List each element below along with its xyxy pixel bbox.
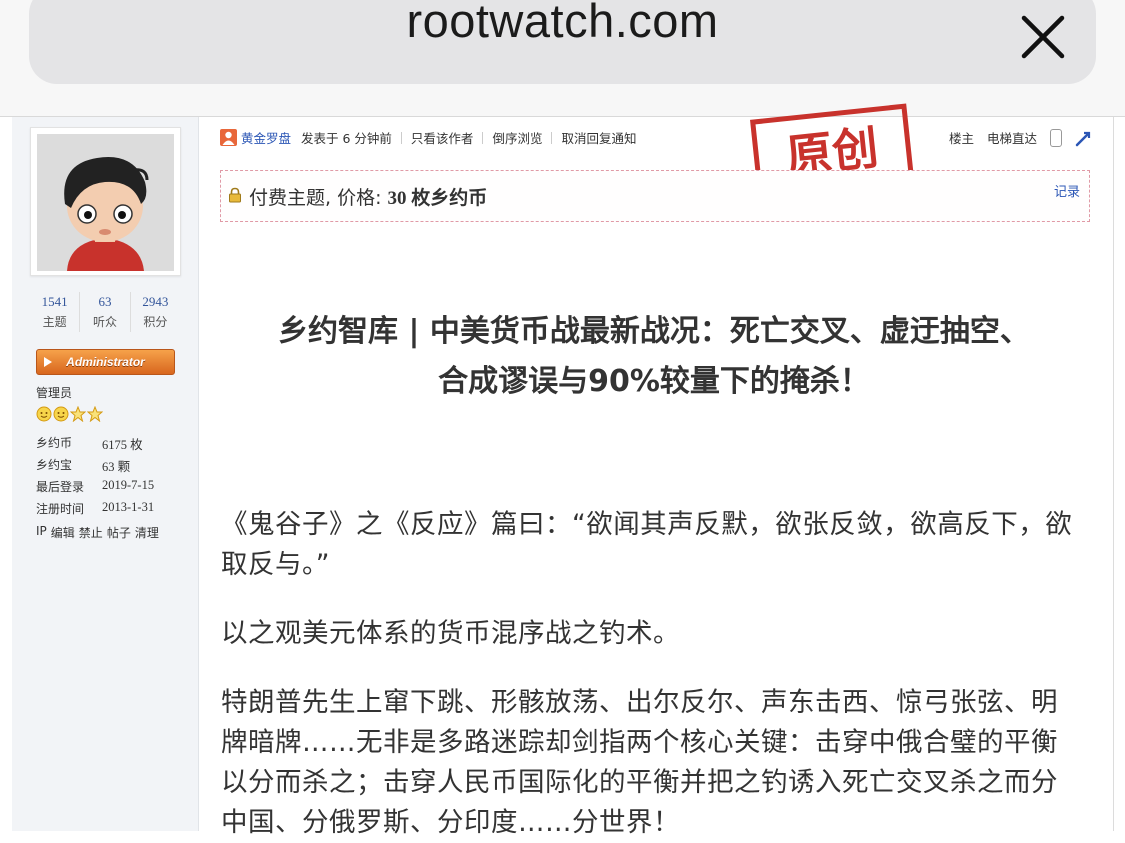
jump-arrow-icon[interactable] bbox=[1075, 129, 1093, 147]
post-time: 发表于 6 分钟前 bbox=[301, 131, 392, 146]
field-currency: 乡约币 6175 枚 bbox=[36, 436, 143, 452]
url-text[interactable]: rootwatch.com bbox=[29, 0, 1096, 48]
avatar-image bbox=[37, 134, 174, 271]
field-last-login: 最后登录 2019-7-15 bbox=[36, 478, 155, 494]
browser-toolbar: rootwatch.com bbox=[0, 0, 1125, 117]
avatar[interactable] bbox=[30, 127, 181, 276]
ban-link[interactable]: 禁止 bbox=[79, 524, 103, 541]
reverse-order-link[interactable]: 倒序浏览 bbox=[492, 128, 542, 147]
price: 30 枚乡约币 bbox=[387, 188, 488, 209]
author-name[interactable]: 黄金罗盘 bbox=[241, 128, 291, 147]
address-bar[interactable]: rootwatch.com bbox=[29, 0, 1096, 84]
article-title: 合成谬误与90%较量下的掩杀！ bbox=[438, 364, 870, 399]
stat-followers[interactable]: 63 听众 bbox=[80, 292, 131, 332]
close-icon[interactable] bbox=[1018, 12, 1068, 62]
sun-icon bbox=[53, 406, 69, 422]
paid-topic-text: 付费主题, 价格: 30 枚乡约币 bbox=[249, 187, 488, 209]
user-stats: 1541 主题 63 听众 2943 积分 bbox=[30, 292, 180, 332]
posts-link[interactable]: 帖子 bbox=[107, 524, 131, 541]
stat-threads[interactable]: 1541 主题 bbox=[30, 292, 81, 332]
star-icon bbox=[87, 406, 103, 422]
article-title: 乡约智库 | 中美货币战最新战况：死亡交叉、虚迂抽空、 bbox=[278, 314, 1030, 349]
record-link[interactable]: 记录 bbox=[1054, 181, 1080, 200]
lock-icon bbox=[229, 187, 241, 203]
admin-badge: Administrator bbox=[36, 349, 175, 375]
field-treasure: 乡约宝 63 颗 bbox=[36, 458, 131, 474]
sun-icon bbox=[36, 406, 52, 422]
user-group[interactable]: 管理员 bbox=[36, 384, 72, 401]
article-paragraph: 《鬼谷子》之《反应》篇曰：“欲闻其声反默，欲张反敛，欲高反下，欲 取反与。” bbox=[221, 509, 1073, 580]
star-icon bbox=[70, 406, 86, 422]
divider bbox=[551, 131, 553, 144]
rank-stars bbox=[36, 406, 103, 422]
article-paragraph: 特朗普先生上窜下跳、形骸放荡、出尔反尔、声东击西、惊弓张弦、明 牌暗牌……无非是… bbox=[221, 687, 1058, 838]
only-author-link[interactable]: 只看该作者 bbox=[411, 128, 474, 147]
ip-link[interactable]: IP bbox=[36, 524, 47, 541]
field-register-date: 注册时间 2013-1-31 bbox=[36, 500, 155, 516]
user-icon bbox=[220, 129, 237, 146]
cancel-notify-link[interactable]: 取消回复通知 bbox=[561, 128, 636, 147]
divider bbox=[400, 131, 402, 144]
paid-topic-box: 付费主题, 价格: 30 枚乡约币 记录 bbox=[220, 170, 1090, 222]
stat-points[interactable]: 2943 积分 bbox=[131, 292, 180, 332]
divider bbox=[482, 131, 484, 144]
floor-input[interactable] bbox=[1050, 128, 1063, 147]
article-paragraph: 以之观美元体系的货币混序战之钓术。 bbox=[221, 618, 680, 649]
floor-links: 楼主 电梯直达 bbox=[949, 128, 1093, 147]
play-icon bbox=[44, 357, 52, 367]
op-label: 楼主 bbox=[949, 131, 975, 146]
admin-actions: IP 编辑 禁止 帖子 清理 bbox=[36, 524, 159, 541]
jump-to-floor-link[interactable]: 电梯直达 bbox=[987, 128, 1037, 147]
clean-link[interactable]: 清理 bbox=[135, 524, 159, 541]
post-meta: 黄金罗盘 发表于 6 分钟前 只看该作者 倒序浏览 取消回复通知 bbox=[220, 128, 636, 147]
edit-link[interactable]: 编辑 bbox=[51, 524, 75, 541]
